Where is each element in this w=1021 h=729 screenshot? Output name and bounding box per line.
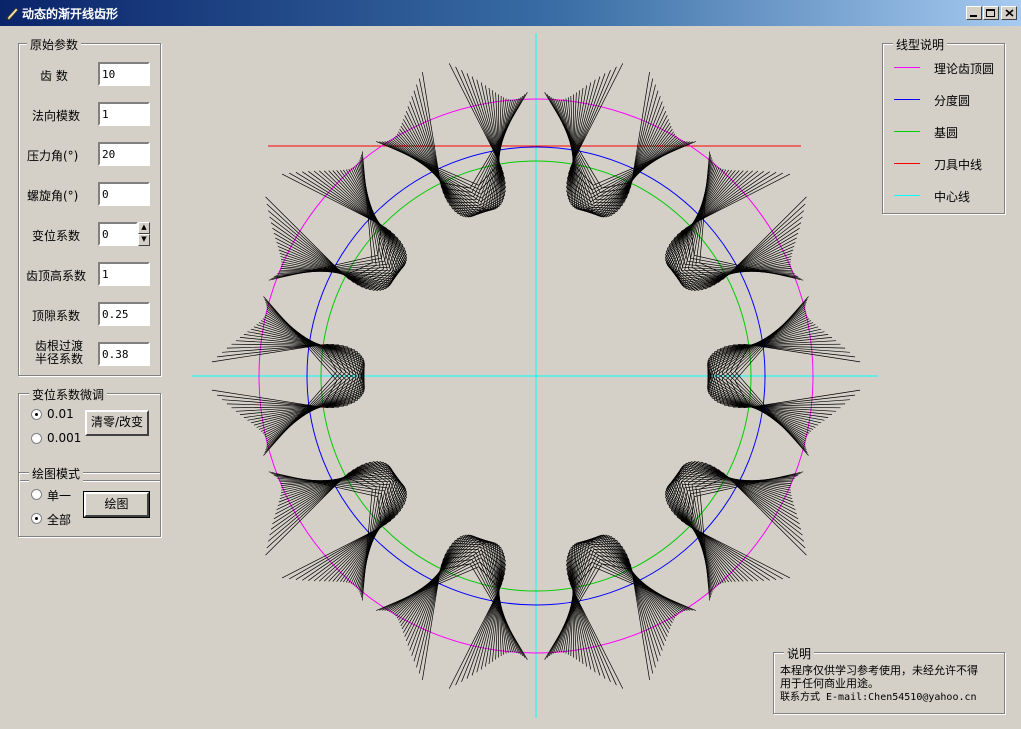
legend-group-title: 线型说明 (893, 36, 948, 53)
rack-trace (695, 154, 806, 280)
step-0001-radio[interactable] (31, 433, 42, 444)
arrow-down-icon: ▼ (141, 235, 147, 243)
legend-label-pitch: 分度圆 (934, 94, 971, 108)
rack-trace (548, 84, 656, 197)
rack-trace (666, 475, 792, 582)
close-icon (1005, 9, 1014, 17)
root-radius-input[interactable] (98, 342, 150, 366)
minimize-button[interactable] (966, 6, 982, 20)
rack-trace (222, 301, 347, 408)
rack-trace (725, 301, 850, 408)
legend-label-center: 中心线 (934, 190, 971, 204)
helix-angle-input[interactable] (98, 182, 150, 206)
rack-trace (266, 472, 377, 598)
rack-trace (280, 475, 406, 582)
rack-trace (548, 555, 656, 668)
arrow-up-icon: ▲ (141, 223, 147, 231)
rack-trace (695, 472, 806, 598)
rack-trace (281, 170, 408, 284)
step-001-label: 0.01 (47, 407, 74, 421)
legend-label-addendum: 理论齿顶圆 (934, 62, 995, 76)
rack-trace (239, 337, 360, 442)
params-group: 原始参数 (18, 36, 161, 376)
rack-trace (725, 344, 850, 451)
spin-down-button[interactable]: ▼ (138, 234, 150, 246)
step-0001-label: 0.001 (47, 431, 82, 445)
mode-group-title: 绘图模式 (29, 465, 84, 482)
reset-change-button[interactable]: 清零/改变 (85, 410, 149, 436)
pressure-angle-input[interactable] (98, 142, 150, 166)
rack-trace (544, 72, 650, 189)
addendum-coef-label: 齿顶高系数 (26, 269, 87, 283)
legend-swatch-tool (894, 163, 920, 164)
rack-trace (239, 310, 360, 415)
rack-trace (266, 154, 377, 280)
maximize-button[interactable] (983, 6, 999, 20)
legend-label-tool: 刀具中线 (934, 158, 983, 172)
rack-trace (422, 563, 528, 680)
shift-coef-label: 变位系数 (32, 229, 81, 243)
note-line-3: 联系方式 E-mail:Chen54510@yahoo.cn (780, 692, 977, 703)
module-input[interactable] (98, 102, 150, 126)
legend-label-base: 基圆 (934, 126, 959, 140)
client-area: 原始参数 齿 数 法向模数 压力角(°) 螺旋角(°) 变位系数 ▲ ▼ 齿顶高… (0, 26, 1021, 729)
module-label: 法向模数 (32, 109, 81, 123)
rack-trace (281, 468, 408, 582)
legend-swatch-base (894, 131, 920, 132)
rack-trace (416, 555, 524, 668)
single-mode-radio[interactable] (31, 489, 42, 500)
rack-trace (664, 170, 791, 284)
helix-angle-label: 螺旋角(°) (27, 189, 79, 203)
root-radius-label: 齿根过渡 半径系数 (34, 339, 83, 366)
rack-trace (712, 310, 833, 415)
shift-coef-input[interactable] (98, 222, 138, 246)
clearance-coef-input[interactable] (98, 302, 150, 326)
rack-trace (718, 306, 841, 409)
app-icon (5, 7, 19, 21)
spin-up-button[interactable]: ▲ (138, 222, 150, 234)
close-button[interactable] (1001, 6, 1017, 20)
legend-swatch-center (894, 195, 920, 196)
rack-trace (712, 337, 833, 442)
rack-trace (664, 468, 791, 582)
teeth-label: 齿 数 (40, 69, 68, 83)
window-title: 动态的渐开线齿形 (22, 7, 119, 21)
title-bar: 动态的渐开线齿形 (0, 0, 1021, 26)
single-mode-label: 单一 (47, 489, 72, 503)
tuning-group-title: 变位系数微调 (29, 386, 108, 403)
rack-trace (231, 343, 354, 446)
maximize-icon (986, 9, 995, 17)
rack-trace (718, 343, 841, 446)
params-group-title: 原始参数 (27, 36, 82, 53)
teeth-input[interactable] (98, 62, 150, 86)
note-group-title: 说明 (784, 645, 815, 662)
draw-button[interactable]: 绘图 (83, 491, 150, 518)
legend-swatch-addendum (894, 67, 920, 68)
rack-trace (231, 306, 354, 409)
rack-trace (416, 84, 524, 197)
all-mode-radio[interactable] (31, 513, 42, 524)
pressure-angle-label: 压力角(°) (27, 149, 79, 163)
minimize-icon (970, 15, 977, 17)
all-mode-label: 全部 (47, 513, 72, 527)
clearance-coef-label: 顶隙系数 (32, 309, 81, 323)
rack-trace (666, 170, 792, 277)
legend-swatch-pitch (894, 99, 920, 100)
step-001-radio[interactable] (31, 409, 42, 420)
addendum-coef-input[interactable] (98, 262, 150, 286)
rack-trace (280, 170, 406, 277)
rack-trace (222, 344, 347, 451)
